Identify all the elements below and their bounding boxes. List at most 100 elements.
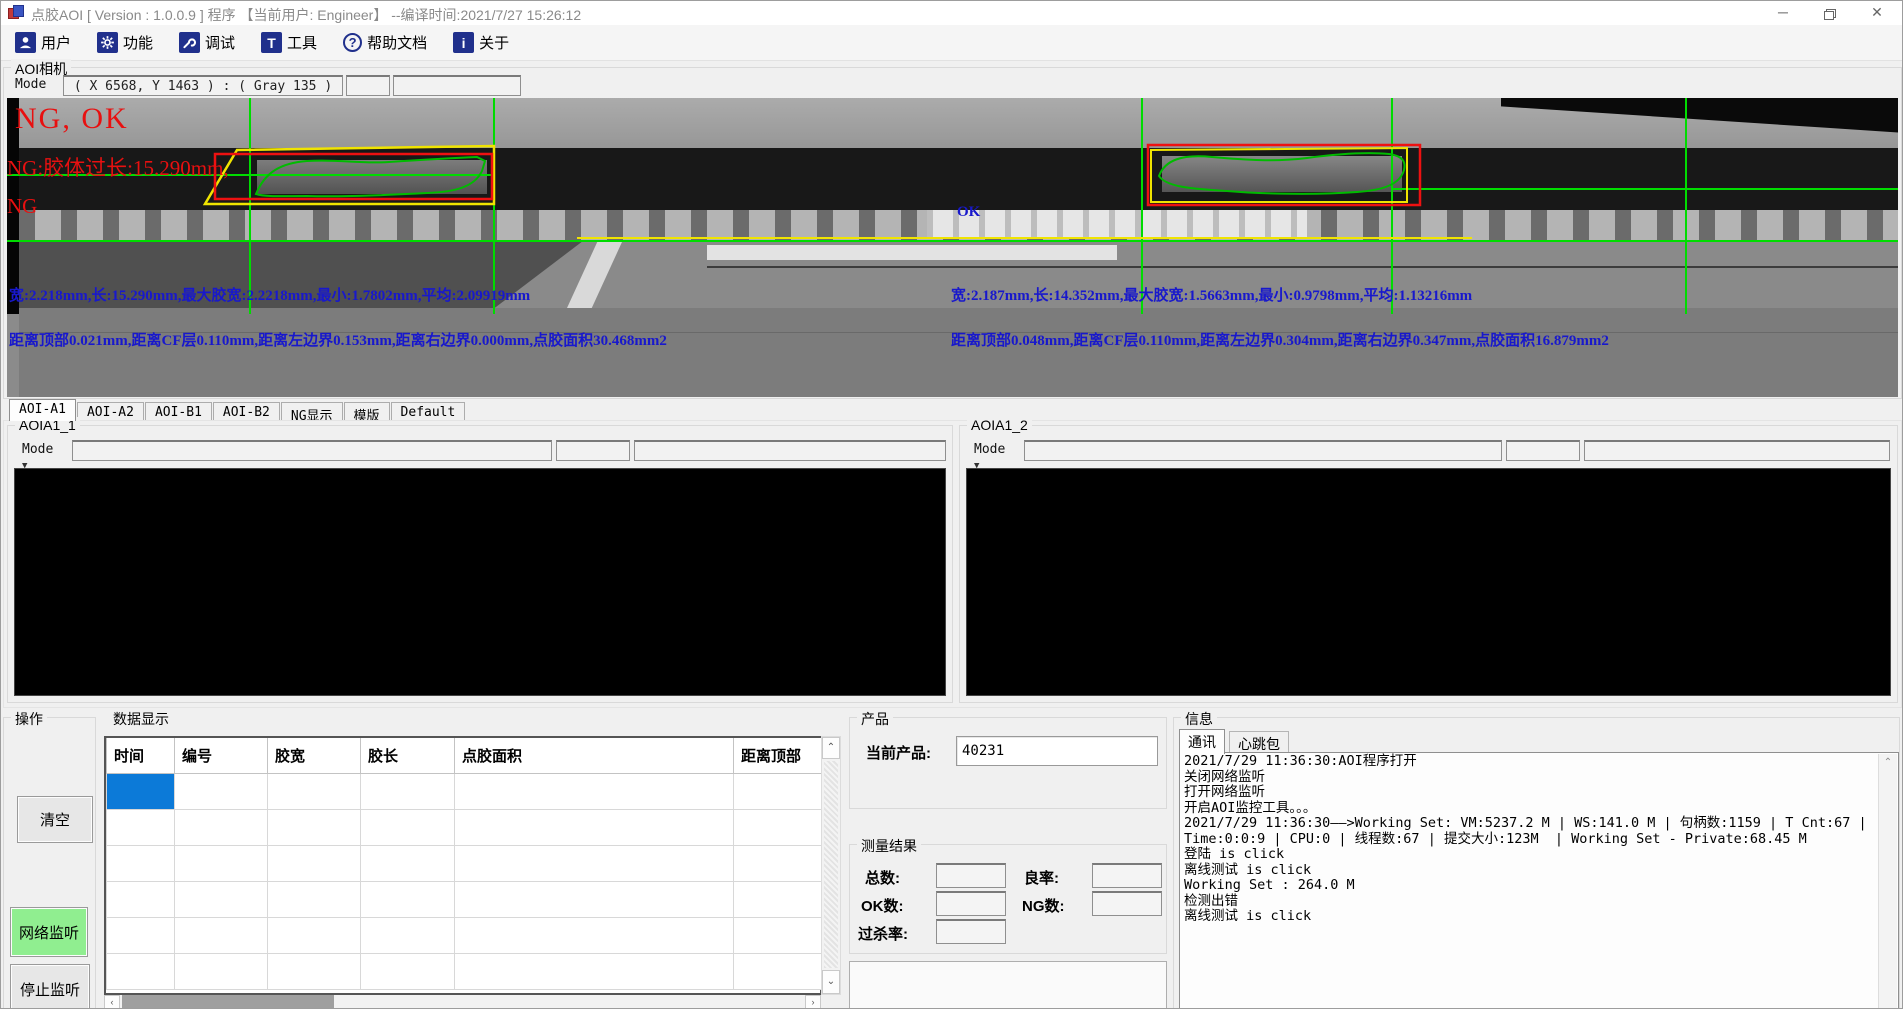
table-cell[interactable] — [734, 953, 822, 989]
scroll-up-icon[interactable]: ⌃ — [822, 737, 840, 759]
tab-模版[interactable]: 模版 — [344, 402, 390, 421]
table-cell[interactable] — [734, 809, 822, 845]
close-button[interactable]: ✕ — [1854, 1, 1900, 25]
scroll-up-icon[interactable]: ⌃ — [1879, 754, 1897, 772]
viewport-left-mode-dropdown[interactable]: Mode ▼ — [16, 440, 68, 461]
toolbar: 用户功能调试 T工具 ?帮助文档 i关于 — [1, 25, 1902, 61]
table-cell[interactable] — [107, 953, 175, 989]
toolbar-button-help[interactable]: ?帮助文档 — [337, 29, 433, 56]
table-cell[interactable] — [107, 845, 175, 881]
table-cell[interactable] — [268, 809, 361, 845]
tab-aoi-a2[interactable]: AOI-A2 — [77, 402, 144, 421]
table-cell[interactable] — [455, 881, 734, 917]
column-header[interactable]: 胶宽 — [268, 738, 361, 773]
log-scrollbar[interactable]: ⌃ — [1878, 754, 1897, 1009]
window-title: 点胶AOI [ Version : 1.0.0.9 ] 程序 【当前用户: En… — [31, 5, 581, 25]
table-cell[interactable] — [361, 953, 455, 989]
table-cell[interactable] — [455, 845, 734, 881]
table-cell[interactable] — [361, 917, 455, 953]
column-header[interactable]: 点胶面积 — [455, 738, 734, 773]
camera-mode-dropdown[interactable]: Mode ▼ — [9, 75, 61, 96]
scrollbar-track[interactable] — [824, 761, 838, 968]
hscrollbar-thumb[interactable] — [122, 995, 334, 1009]
ng-reason-overlay: NG:胶体过长:15.290mm, — [7, 152, 229, 182]
tab-comms[interactable]: 通讯 — [1179, 729, 1225, 754]
measure-groupbox: 测量结果 总数: 良率: OK数: NG数: 过杀率: — [849, 844, 1167, 954]
toolbar-button-tools[interactable]: T工具 — [255, 29, 323, 56]
restore-icon — [1824, 11, 1834, 20]
clear-button[interactable]: 清空 — [17, 796, 93, 843]
restore-button[interactable] — [1806, 1, 1852, 25]
table-cell[interactable] — [361, 881, 455, 917]
scroll-right-icon[interactable]: › — [805, 995, 821, 1009]
table-cell[interactable] — [268, 881, 361, 917]
current-product-field[interactable]: 40231 — [956, 736, 1158, 766]
table-cell[interactable] — [455, 917, 734, 953]
gear-icon — [97, 32, 118, 53]
toolbar-button-about[interactable]: i关于 — [447, 29, 515, 56]
table-cell[interactable] — [734, 773, 822, 809]
data-table[interactable]: 时间编号胶宽胶长点胶面积距离顶部 — [104, 736, 821, 995]
table-cell[interactable] — [734, 845, 822, 881]
overkill-label: 过杀率: — [858, 923, 908, 944]
table-cell[interactable] — [107, 881, 175, 917]
table-cell[interactable] — [175, 773, 268, 809]
table-cell[interactable] — [175, 809, 268, 845]
data-table-vscrollbar[interactable]: ⌃ ⌄ — [821, 736, 841, 995]
table-cell[interactable] — [175, 917, 268, 953]
viewport-left-image[interactable] — [14, 468, 946, 696]
column-header[interactable]: 距离顶部 — [734, 738, 822, 773]
table-cell[interactable] — [734, 917, 822, 953]
network-listen-button[interactable]: 网络监听 — [10, 907, 88, 957]
table-cell[interactable] — [175, 845, 268, 881]
camera-field-small — [346, 75, 390, 96]
camera-image[interactable]: NG, OK NG:胶体过长:15.290mm, NG OK 宽:2.218mm… — [7, 98, 1898, 397]
tab-aoi-b1[interactable]: AOI-B1 — [145, 402, 212, 421]
table-cell[interactable] — [268, 953, 361, 989]
table-cell[interactable] — [361, 809, 455, 845]
table-row — [107, 881, 822, 917]
info-icon: i — [453, 32, 474, 53]
scroll-down-icon[interactable]: ⌄ — [822, 970, 840, 994]
table-cell[interactable] — [175, 881, 268, 917]
column-header[interactable]: 编号 — [175, 738, 268, 773]
toolbar-button-label: 关于 — [479, 32, 509, 53]
app-window: 点胶AOI [ Version : 1.0.0.9 ] 程序 【当前用户: En… — [0, 0, 1903, 1009]
table-cell[interactable] — [175, 953, 268, 989]
data-table-hscrollbar[interactable]: ‹ › — [104, 995, 821, 1009]
table-cell[interactable] — [455, 773, 734, 809]
column-header[interactable]: 时间 — [107, 738, 175, 773]
table-cell[interactable] — [455, 953, 734, 989]
table-cell[interactable] — [107, 773, 175, 809]
table-cell[interactable] — [361, 845, 455, 881]
table-cell[interactable] — [268, 845, 361, 881]
viewport-left-field1 — [72, 440, 552, 461]
tab-ng显示[interactable]: NG显示 — [281, 402, 343, 421]
yield-field — [1092, 863, 1162, 888]
table-cell[interactable] — [268, 917, 361, 953]
table-cell[interactable] — [107, 809, 175, 845]
toolbar-button-debug[interactable]: 调试 — [173, 29, 241, 56]
operation-group-label: 操作 — [11, 709, 47, 729]
scroll-left-icon[interactable]: ‹ — [104, 995, 120, 1009]
table-cell[interactable] — [455, 809, 734, 845]
product-groupbox: 产品 当前产品: 40231 — [849, 717, 1167, 809]
toolbar-button-func[interactable]: 功能 — [91, 29, 159, 56]
log-panel[interactable]: 2021/7/29 11:36:30:AOI程序打开 关闭网络监听 打开网络监听… — [1179, 752, 1899, 1009]
toolbar-button-user[interactable]: 用户 — [9, 29, 77, 56]
viewport-right-image[interactable] — [966, 468, 1891, 696]
minimize-button[interactable]: ─ — [1760, 1, 1806, 25]
column-header[interactable]: 胶长 — [361, 738, 455, 773]
ng-count-label: NG数: — [1022, 895, 1065, 916]
viewport-right-mode-dropdown[interactable]: Mode ▼ — [968, 440, 1020, 461]
tab-default[interactable]: Default — [391, 402, 466, 421]
table-cell[interactable] — [107, 917, 175, 953]
photo-led-blocks — [927, 210, 1307, 238]
tab-aoi-a1[interactable]: AOI-A1 — [9, 399, 76, 421]
table-cell[interactable] — [268, 773, 361, 809]
stop-listen-button[interactable]: 停止监听 — [10, 964, 90, 1009]
table-cell[interactable] — [734, 881, 822, 917]
info-groupbox: 信息 通讯 心跳包 2021/7/29 11:36:30:AOI程序打开 关闭网… — [1173, 717, 1900, 1009]
tab-aoi-b2[interactable]: AOI-B2 — [213, 402, 280, 421]
table-cell[interactable] — [361, 773, 455, 809]
